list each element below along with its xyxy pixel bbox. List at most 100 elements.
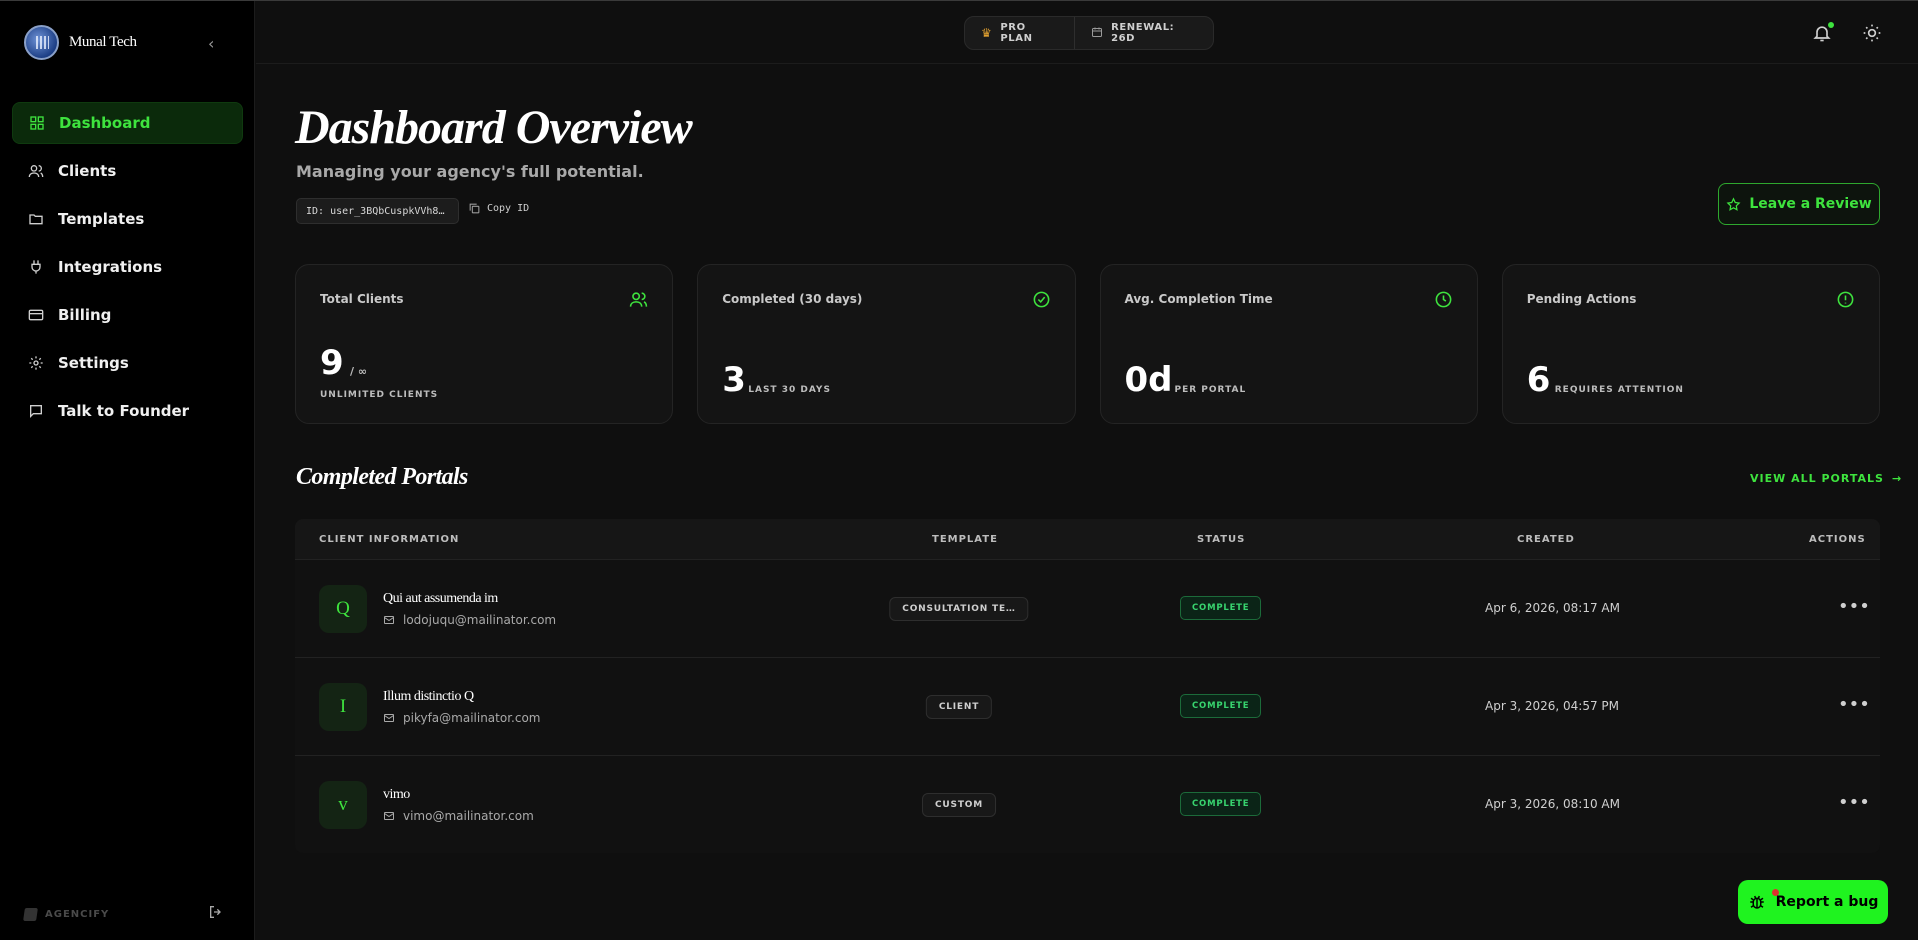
- footer-brand: AGENCIFY: [23, 907, 110, 921]
- created-date: Apr 6, 2026, 08:17 AM: [1485, 601, 1620, 615]
- client-avatar: I: [319, 683, 367, 731]
- brand-name: Munal Tech: [69, 34, 137, 50]
- column-header: CREATED: [1517, 533, 1575, 545]
- copy-icon: [469, 203, 480, 214]
- sidebar-item-label: Billing: [58, 306, 112, 324]
- stat-sub: UNLIMITED CLIENTS: [320, 390, 439, 400]
- plug-icon: [31, 260, 41, 274]
- copy-id-button[interactable]: Copy ID: [468, 202, 529, 215]
- client-name: vimo: [383, 787, 410, 802]
- status-badge: COMPLETE: [1180, 694, 1262, 718]
- collapse-sidebar-chevron-icon[interactable]: ‹: [208, 34, 214, 53]
- sun-icon: [1863, 24, 1881, 42]
- stat-value: 9: [320, 343, 344, 383]
- row-actions-more-icon[interactable]: •••: [1838, 694, 1870, 715]
- sidebar-item-talk-to-founder[interactable]: Talk to Founder: [12, 390, 243, 432]
- sidebar-nav: Dashboard Clients Templates Integrations…: [12, 102, 243, 438]
- chat-icon: [30, 405, 42, 418]
- clock-icon: [1434, 290, 1453, 313]
- client-avatar: Q: [319, 585, 367, 633]
- created-date: Apr 3, 2026, 08:10 AM: [1485, 797, 1620, 811]
- gear-icon: [29, 356, 43, 370]
- sidebar-item-integrations[interactable]: Integrations: [12, 246, 243, 288]
- alert-circle-icon: [1836, 290, 1855, 313]
- theme-toggle[interactable]: [1862, 23, 1882, 47]
- table-row[interactable]: I Illum distinctio Q pikyfa@mailinator.c…: [295, 657, 1880, 755]
- star-icon: [1726, 196, 1741, 211]
- sidebar-item-label: Talk to Founder: [58, 402, 190, 420]
- client-email: pikyfa@mailinator.com: [383, 711, 540, 725]
- sidebar-item-settings[interactable]: Settings: [12, 342, 243, 384]
- client-email-text: lodojuqu@mailinator.com: [403, 613, 557, 627]
- stat-sub: LAST 30 DAYS: [748, 385, 831, 395]
- view-all-portals-link[interactable]: VIEW ALL PORTALS →: [1750, 472, 1902, 485]
- users-icon: [28, 165, 44, 178]
- report-bug-button[interactable]: Report a bug: [1738, 880, 1888, 924]
- renewal-segment: RENEWAL: 26D: [1074, 17, 1213, 49]
- stat-value: 0d: [1124, 360, 1173, 400]
- logout-icon: [210, 906, 221, 918]
- sidebar-item-label: Settings: [58, 354, 129, 372]
- client-name: Illum distinctio Q: [383, 689, 474, 704]
- topbar: ♛ PRO PLAN RENEWAL: 26D: [256, 1, 1918, 64]
- card-icon: [28, 309, 44, 321]
- portals-table: CLIENT INFORMATION TEMPLATE STATUS CREAT…: [295, 519, 1880, 853]
- plan-segment: ♛ PRO PLAN: [965, 17, 1074, 49]
- sidebar-footer: AGENCIFY: [23, 904, 224, 924]
- created-date: Apr 3, 2026, 04:57 PM: [1485, 699, 1619, 713]
- sidebar-item-label: Dashboard: [59, 114, 151, 132]
- check-circle-icon: [1032, 290, 1051, 313]
- stat-label: Total Clients: [320, 292, 404, 306]
- stat-value: 6: [1526, 360, 1551, 400]
- client-email-text: vimo@mailinator.com: [403, 809, 534, 823]
- status-badge: COMPLETE: [1180, 792, 1262, 816]
- brand[interactable]: Munal Tech: [24, 25, 137, 60]
- agencify-logo-icon: [23, 907, 38, 921]
- user-id-chip: ID: user_3BQbCuspkVVh8…: [296, 198, 459, 224]
- client-name: Qui aut assumenda im: [383, 591, 498, 606]
- sidebar-item-billing[interactable]: Billing: [12, 294, 243, 336]
- footer-brand-label: AGENCIFY: [45, 908, 110, 920]
- renewal-label: RENEWAL: 26D: [1111, 22, 1175, 44]
- row-actions-more-icon[interactable]: •••: [1838, 792, 1870, 813]
- mail-icon: [384, 812, 394, 820]
- page-subtitle: Managing your agency's full potential.: [296, 162, 644, 181]
- client-email-text: pikyfa@mailinator.com: [403, 711, 541, 725]
- arrow-right-icon: →: [1891, 472, 1903, 485]
- grid-icon: [30, 116, 44, 130]
- logout-button[interactable]: [208, 904, 224, 924]
- notifications-button[interactable]: [1812, 22, 1834, 47]
- section-title-completed-portals: Completed Portals: [296, 464, 468, 490]
- table-row[interactable]: Q Qui aut assumenda im lodojuqu@mailinat…: [295, 559, 1880, 657]
- stat-value: 3: [722, 360, 746, 400]
- sidebar-item-label: Templates: [58, 210, 145, 228]
- stat-card-total-clients: Total Clients 9 / ∞ UNLIMITED CLIENTS: [295, 264, 674, 424]
- sidebar-item-clients[interactable]: Clients: [12, 150, 243, 192]
- leave-review-label: Leave a Review: [1749, 196, 1872, 212]
- mail-icon: [384, 714, 394, 722]
- column-header: STATUS: [1197, 533, 1246, 545]
- client-email: lodojuqu@mailinator.com: [383, 613, 556, 627]
- leave-review-button[interactable]: Leave a Review: [1718, 183, 1880, 225]
- row-actions-more-icon[interactable]: •••: [1838, 596, 1870, 617]
- sidebar-item-dashboard[interactable]: Dashboard: [12, 102, 243, 144]
- stats-cards: Total Clients 9 / ∞ UNLIMITED CLIENTS Co…: [295, 264, 1880, 424]
- page-title: Dashboard Overview: [295, 101, 693, 154]
- bug-icon: [1749, 895, 1764, 909]
- client-email: vimo@mailinator.com: [383, 809, 534, 823]
- crown-icon: ♛: [981, 26, 993, 40]
- report-bug-label: Report a bug: [1775, 894, 1879, 910]
- sidebar-item-templates[interactable]: Templates: [12, 198, 243, 240]
- column-header: TEMPLATE: [932, 533, 998, 545]
- column-header: ACTIONS: [1809, 533, 1866, 545]
- table-row[interactable]: v vimo vimo@mailinator.com CUSTOM COMPLE…: [295, 755, 1880, 853]
- client-avatar: v: [319, 781, 367, 829]
- template-badge: CLIENT: [925, 695, 993, 719]
- table-header: CLIENT INFORMATION TEMPLATE STATUS CREAT…: [295, 519, 1880, 559]
- plan-label: PRO PLAN: [1000, 22, 1033, 44]
- plan-pill[interactable]: ♛ PRO PLAN RENEWAL: 26D: [964, 16, 1214, 50]
- sidebar-item-label: Integrations: [58, 258, 163, 276]
- template-badge: CONSULTATION TE…: [889, 597, 1029, 621]
- stat-card-completed: Completed (30 days) 3 LAST 30 DAYS: [697, 264, 1076, 424]
- users-icon: [629, 290, 648, 313]
